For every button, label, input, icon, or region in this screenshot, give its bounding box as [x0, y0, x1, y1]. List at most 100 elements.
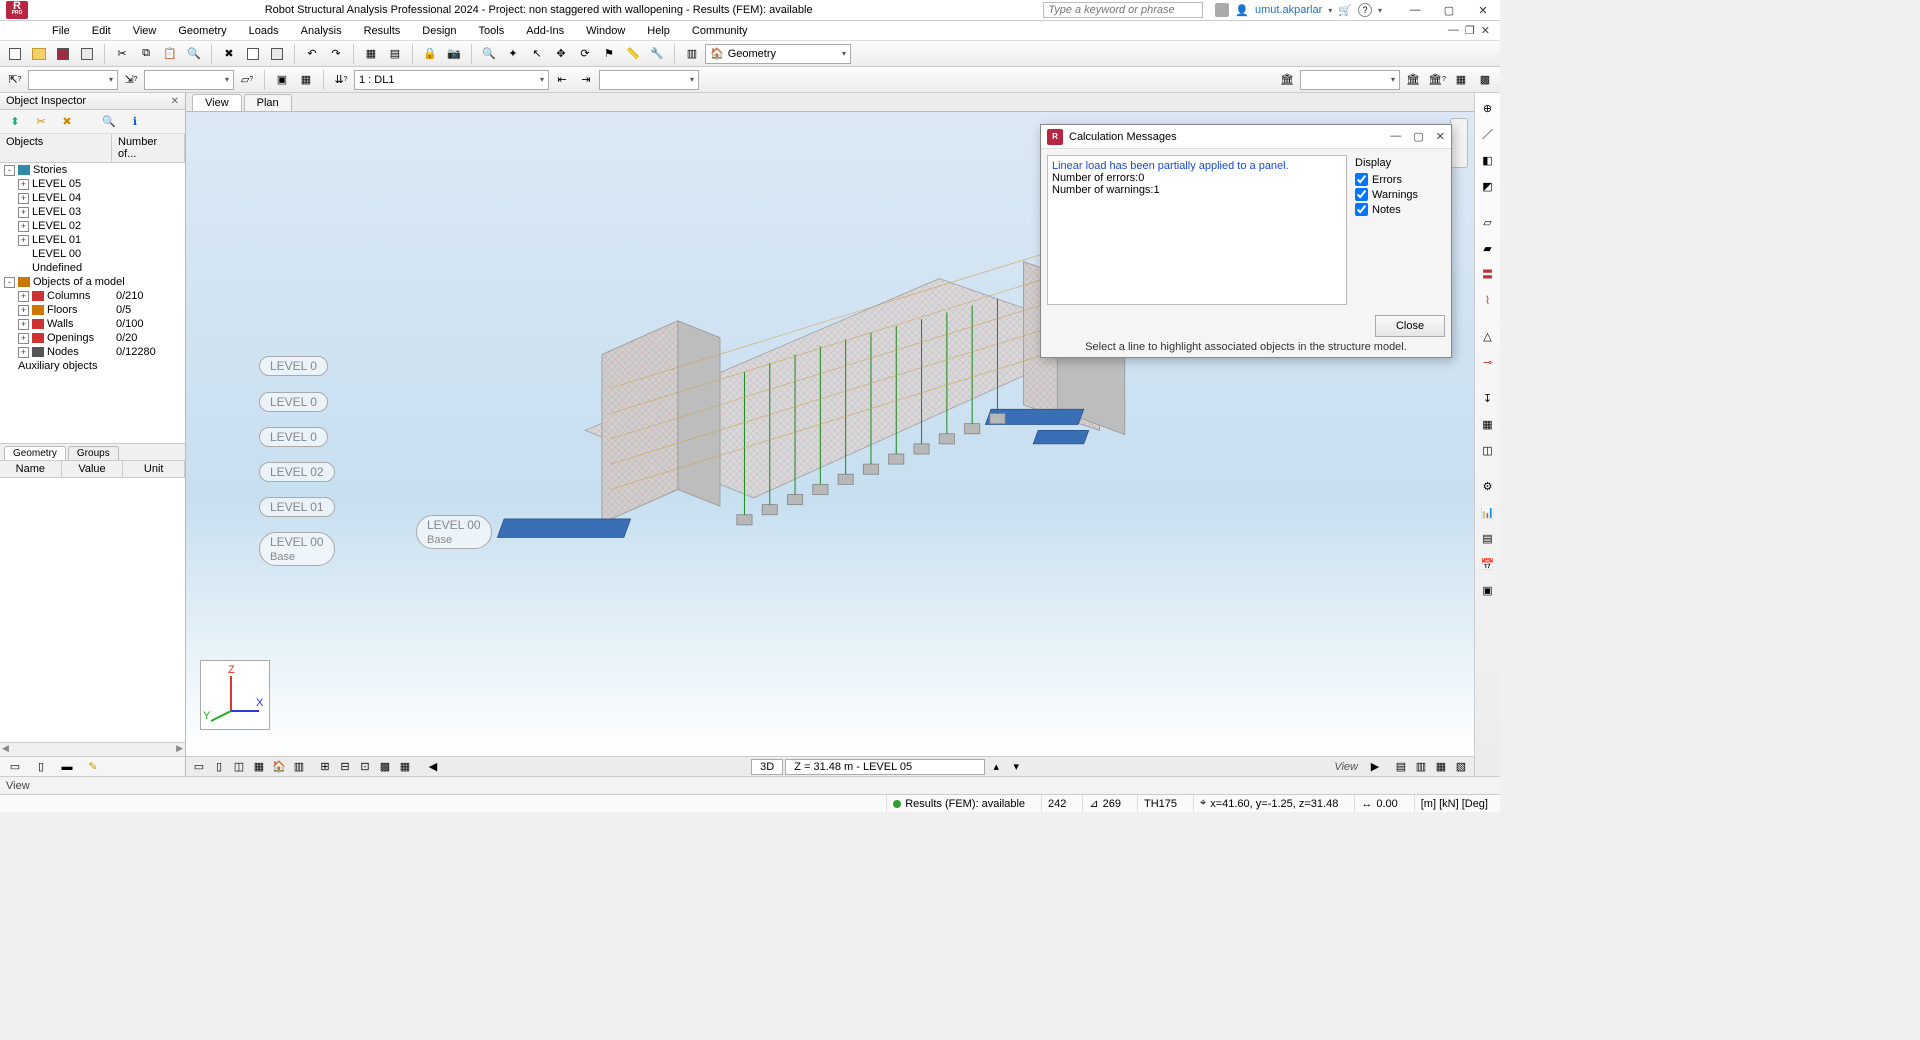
panel-select-icon[interactable]: ▱?	[236, 69, 258, 91]
rt-wall-icon[interactable]: 〓	[1477, 263, 1499, 285]
prop-col-value[interactable]: Value	[62, 461, 124, 477]
view-info[interactable]: Z = 31.48 m - LEVEL 05	[785, 759, 985, 775]
vb-4[interactable]: ▦	[250, 759, 268, 775]
new-icon[interactable]	[4, 43, 26, 65]
find-icon[interactable]: 🔍	[183, 43, 205, 65]
tab-plan[interactable]: Plan	[244, 94, 292, 111]
tree-tool-1[interactable]: ⬍	[4, 111, 26, 133]
view-cube-controls[interactable]	[1450, 118, 1468, 168]
minimize-button[interactable]: —	[1398, 0, 1432, 20]
grid2-icon[interactable]: ▩	[1474, 69, 1496, 91]
layout-combo[interactable]: 🏠Geometry▾	[705, 44, 851, 64]
node-select-icon[interactable]: ⇱?	[4, 69, 26, 91]
close-button[interactable]: Close	[1375, 315, 1445, 337]
tab-view[interactable]: View	[192, 94, 242, 111]
tree-row[interactable]: LEVEL 00	[0, 247, 185, 261]
measure-icon[interactable]: 📏	[622, 43, 644, 65]
dialog-minimize[interactable]: —	[1390, 130, 1401, 143]
undo-icon[interactable]: ↶	[301, 43, 323, 65]
message-list[interactable]: Linear load has been partially applied t…	[1047, 155, 1347, 305]
save-icon[interactable]	[52, 43, 74, 65]
lock-icon[interactable]: 🔒	[419, 43, 441, 65]
tree-row[interactable]: +Nodes0/12280	[0, 345, 185, 359]
user-name[interactable]: umut.akparlar	[1255, 4, 1322, 16]
table-icon[interactable]: ▦	[360, 43, 382, 65]
rt-extra-icon[interactable]: ▣	[1477, 579, 1499, 601]
vb-scroll-right[interactable]: ▶	[1366, 759, 1384, 775]
rt-cladding-icon[interactable]: ⌇	[1477, 289, 1499, 311]
tree-search-icon[interactable]: 🔍	[98, 111, 120, 133]
maximize-button[interactable]: ▢	[1432, 0, 1466, 20]
tree-row[interactable]: +Openings0/20	[0, 331, 185, 345]
calc-icon[interactable]: ▤	[384, 43, 406, 65]
tree-help-icon[interactable]: ℹ	[124, 111, 146, 133]
rt-load-icon[interactable]: ↧	[1477, 387, 1499, 409]
dialog-maximize[interactable]: ▢	[1413, 130, 1423, 143]
vb-5[interactable]: 🏠	[270, 759, 288, 775]
menu-analysis[interactable]: Analysis	[291, 23, 352, 39]
mode-combo[interactable]: ▾	[599, 70, 699, 90]
vb-2[interactable]: ▯	[210, 759, 228, 775]
load-case-combo[interactable]: 1 : DL1▾	[354, 70, 549, 90]
vb-7[interactable]: ⊞	[316, 759, 334, 775]
mdi-minimize[interactable]: —	[1448, 24, 1459, 37]
vb-up[interactable]: ▴	[987, 759, 1005, 775]
open-icon[interactable]	[28, 43, 50, 65]
rt-date-icon[interactable]: 📅	[1477, 553, 1499, 575]
tool-a-icon[interactable]: ✦	[502, 43, 524, 65]
tree-row[interactable]: +LEVEL 01	[0, 233, 185, 247]
vb-down[interactable]: ▾	[1007, 759, 1025, 775]
user-icon[interactable]: 👤	[1235, 4, 1249, 17]
tree-row[interactable]: +Walls0/100	[0, 317, 185, 331]
rt-release-icon[interactable]: ⊸	[1477, 351, 1499, 373]
status-units[interactable]: [m] [kN] [Deg]	[1414, 795, 1494, 812]
menu-window[interactable]: Window	[576, 23, 635, 39]
module-icon[interactable]	[1215, 3, 1229, 17]
rt-mesh-icon[interactable]: ▦	[1477, 413, 1499, 435]
menu-loads[interactable]: Loads	[239, 23, 289, 39]
apply-section-icon[interactable]: 🏛	[1402, 69, 1424, 91]
rt-support-icon[interactable]: △	[1477, 325, 1499, 347]
rt-panel-icon[interactable]: ▱	[1477, 211, 1499, 233]
rt-mat-icon[interactable]: ◩	[1477, 175, 1499, 197]
rt-results-icon[interactable]: 📊	[1477, 501, 1499, 523]
section-combo[interactable]: ▾	[1300, 70, 1400, 90]
tree-col-objects[interactable]: Objects	[0, 134, 112, 162]
zoom-icon[interactable]: 🔍	[478, 43, 500, 65]
settings-icon[interactable]: 🔧	[646, 43, 668, 65]
menu-community[interactable]: Community	[682, 23, 758, 39]
sheets-icon[interactable]	[266, 43, 288, 65]
sections-help-icon[interactable]: 🏛?	[1426, 69, 1448, 91]
check-notes[interactable]: Notes	[1355, 203, 1443, 216]
tree-row[interactable]: +LEVEL 04	[0, 191, 185, 205]
print-icon[interactable]	[76, 43, 98, 65]
paste-icon[interactable]: 📋	[159, 43, 181, 65]
tree-row[interactable]: +Floors0/5	[0, 303, 185, 317]
tree-row[interactable]: Auxiliary objects	[0, 359, 185, 373]
menu-addins[interactable]: Add-Ins	[516, 23, 574, 39]
mini-2[interactable]: ▯	[30, 756, 52, 778]
menu-tools[interactable]: Tools	[469, 23, 515, 39]
mini-1[interactable]: ▭	[4, 756, 26, 778]
rt-combine-icon[interactable]: ◫	[1477, 439, 1499, 461]
select-icon[interactable]: ↖	[526, 43, 548, 65]
panel-close-icon[interactable]: ✕	[171, 96, 179, 107]
tree-col-count[interactable]: Number of...	[112, 134, 185, 162]
menu-file[interactable]: File	[42, 23, 80, 39]
help-icon[interactable]: ?	[1358, 3, 1372, 17]
orbit-icon[interactable]: ⟳	[574, 43, 596, 65]
tree-row[interactable]: +LEVEL 03	[0, 205, 185, 219]
tree-row[interactable]: -Objects of a model	[0, 275, 185, 289]
vb-1[interactable]: ▭	[190, 759, 208, 775]
load-case-icon[interactable]: ⇊?	[330, 69, 352, 91]
mdi-restore[interactable]: ❐	[1465, 24, 1475, 37]
menu-help[interactable]: Help	[637, 23, 680, 39]
rt-table-icon[interactable]: ▤	[1477, 527, 1499, 549]
menu-design[interactable]: Design	[412, 23, 466, 39]
dialog-titlebar[interactable]: R Calculation Messages — ▢ ✕	[1041, 125, 1451, 149]
pan-icon[interactable]: ✥	[550, 43, 572, 65]
search-input[interactable]	[1043, 2, 1203, 18]
message-row[interactable]: Linear load has been partially applied t…	[1052, 160, 1342, 172]
menu-geometry[interactable]: Geometry	[168, 23, 236, 39]
cart-icon[interactable]: 🛒	[1338, 4, 1352, 17]
